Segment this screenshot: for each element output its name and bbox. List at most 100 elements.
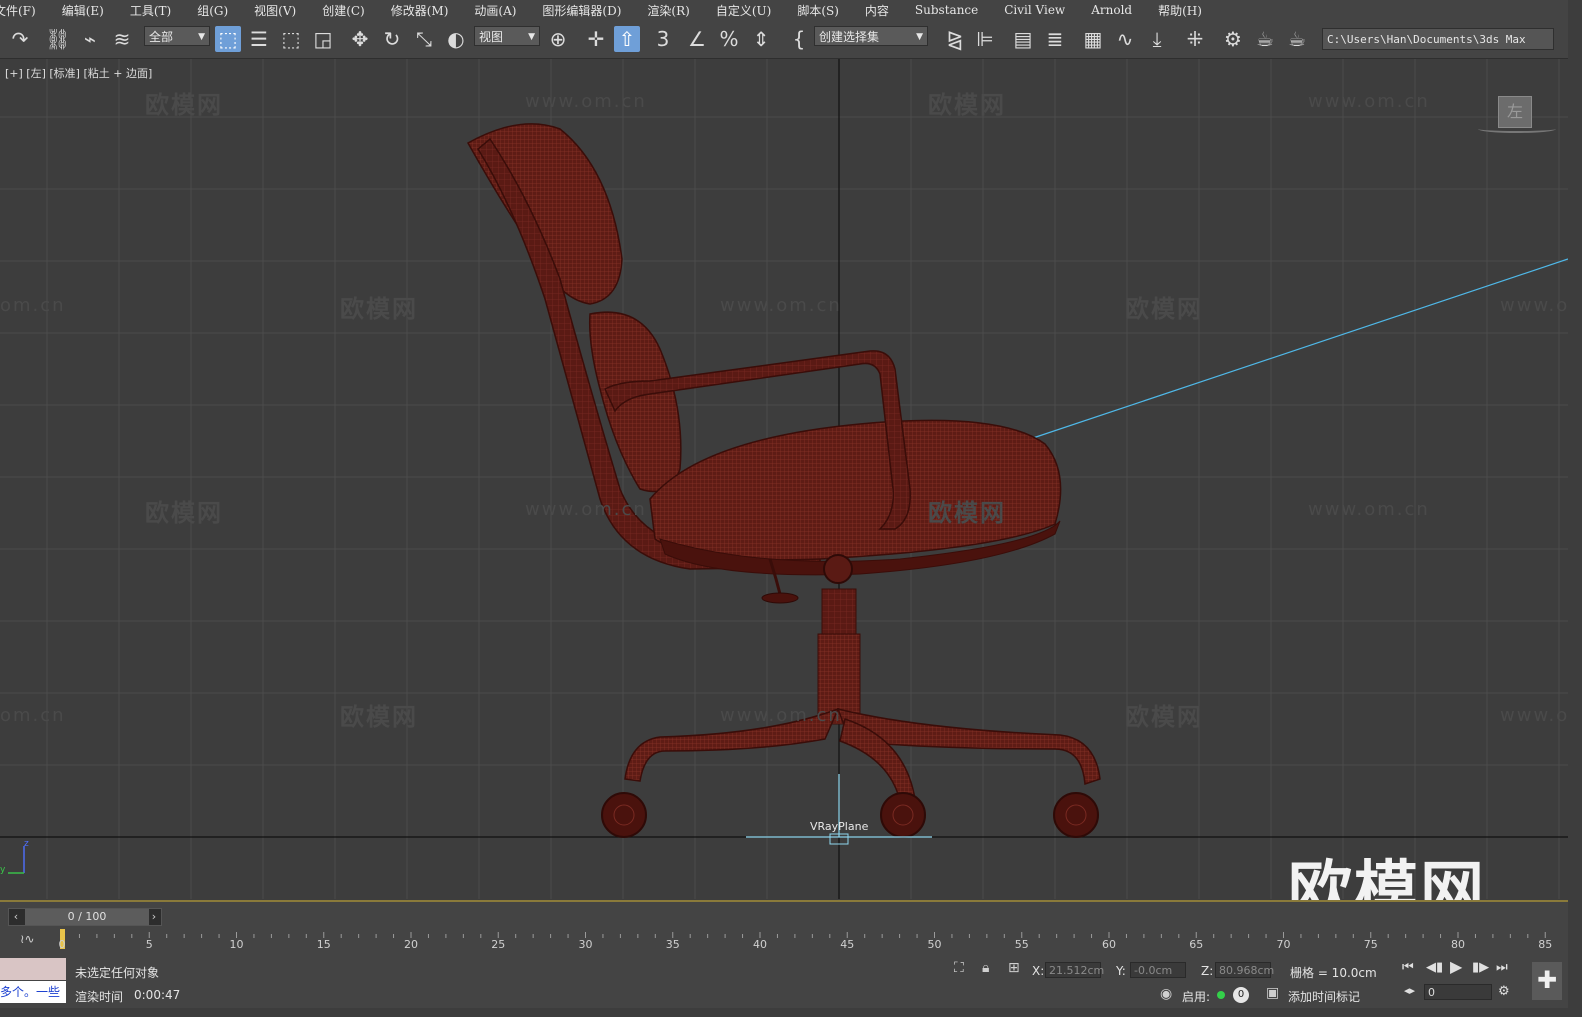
- rectangular-selection-icon[interactable]: ⬚: [278, 26, 304, 52]
- axis-y-label: y: [0, 865, 6, 875]
- main-toolbar: ↷ ⛓ ⌁ ≋ 全部 ▼ ⬚ ☰ ⬚ ◲ ✥ ↻ ⤡ ◐ 视图 ▼ ⊕ ✛ ⇧ …: [0, 20, 1568, 59]
- selection-filter-value: 全部: [149, 30, 174, 44]
- adaptive-degradation-icon[interactable]: ◉: [1160, 986, 1172, 1002]
- watermark-url: www.om.cn: [525, 499, 647, 520]
- add-time-tag-link[interactable]: 添加时间标记: [1288, 988, 1360, 1005]
- watermark-url: om.cn: [0, 705, 66, 726]
- office-chair-model: [466, 123, 1101, 838]
- menu-modifiers[interactable]: 修改器(M): [378, 2, 462, 19]
- menu-create[interactable]: 创建(C): [309, 2, 378, 19]
- window-crossing-icon[interactable]: ◲: [310, 26, 336, 52]
- menu-view[interactable]: 视图(V): [241, 2, 309, 19]
- menu-arnold[interactable]: Arnold: [1078, 3, 1145, 17]
- link-icon[interactable]: ⛓: [44, 26, 72, 52]
- rotate-icon[interactable]: ↻: [378, 26, 406, 52]
- previous-frame-icon[interactable]: ◀▮: [1426, 960, 1443, 975]
- status-dot-icon: [1217, 991, 1225, 999]
- watermark-url: www.om.cn: [1500, 705, 1568, 726]
- project-path-field[interactable]: C:\Users\Han\Documents\3ds Max 2022: [1322, 28, 1554, 50]
- menu-group[interactable]: 组(G): [184, 2, 241, 19]
- menu-substance[interactable]: Substance: [902, 3, 991, 17]
- select-by-name-icon[interactable]: ☰: [246, 26, 272, 52]
- tick-label: 65: [1189, 938, 1204, 951]
- menu-rendering[interactable]: 渲染(R): [634, 2, 702, 19]
- left-viewport[interactable]: [+] [左] [标准] [粘土 + 边面] 欧模网 www.om.cn 欧模网…: [0, 59, 1568, 899]
- percent-snap-icon[interactable]: %: [716, 26, 742, 52]
- track-bar-labels: 0 5 10 15 20 25 30 35 40 45 50 55 60 65 …: [56, 928, 1562, 951]
- render-setup-icon[interactable]: ⚙: [1220, 26, 1246, 52]
- mirror-icon[interactable]: ⧎: [942, 26, 968, 52]
- schematic-view-icon[interactable]: ⤓: [1144, 26, 1170, 52]
- menu-graph-editors[interactable]: 图形编辑器(D): [529, 2, 634, 19]
- menu-file[interactable]: 文件(F): [0, 2, 49, 19]
- y-coord-field[interactable]: -0.0cm: [1130, 962, 1186, 978]
- menu-customize[interactable]: 自定义(U): [703, 2, 784, 19]
- viewcube-compass[interactable]: [1478, 125, 1556, 133]
- menu-tools[interactable]: 工具(T): [117, 2, 184, 19]
- material-editor-icon[interactable]: ⁜: [1182, 26, 1208, 52]
- tick-label: 5: [145, 938, 153, 951]
- mini-curve-editor-icon[interactable]: ≀∿: [20, 932, 35, 946]
- place-icon[interactable]: ◐: [442, 26, 470, 52]
- axis-z-label: z: [24, 839, 29, 849]
- rendered-frame-window-icon[interactable]: ☕: [1252, 26, 1278, 52]
- unlink-icon[interactable]: ⌁: [76, 26, 104, 52]
- menu-bar: 文件(F) 编辑(E) 工具(T) 组(G) 视图(V) 创建(C) 修改器(M…: [0, 0, 1568, 20]
- snaps-toggle-icon[interactable]: 3: [650, 26, 676, 52]
- curve-editor-icon[interactable]: ∿: [1112, 26, 1138, 52]
- named-selection-dropdown[interactable]: 创建选择集 ▼: [814, 26, 928, 46]
- time-slider-thumb[interactable]: 0 / 100: [25, 909, 149, 925]
- edit-named-selection-icon[interactable]: {: [786, 26, 812, 52]
- go-to-start-icon[interactable]: ⏮: [1402, 960, 1414, 975]
- maxscript-output[interactable]: 多个。一些: [0, 981, 66, 1003]
- select-manipulate-icon[interactable]: ✛: [582, 26, 610, 52]
- current-frame-field[interactable]: 0: [1424, 984, 1492, 1000]
- prev-frame-arrow-icon[interactable]: ‹: [9, 909, 23, 925]
- next-frame-arrow-icon[interactable]: ›: [147, 909, 161, 925]
- align-icon[interactable]: ⊫: [972, 26, 998, 52]
- layer-explorer-icon[interactable]: ≣: [1042, 26, 1068, 52]
- time-config-icon[interactable]: ⚙: [1498, 984, 1510, 999]
- watermark-url: www.om.cn: [1500, 295, 1568, 316]
- time-slider[interactable]: ‹ 0 / 100 ›: [8, 908, 162, 926]
- viewport-label[interactable]: [+] [左] [标准] [粘土 + 边面]: [5, 65, 152, 81]
- pivot-center-icon[interactable]: ⊕: [544, 26, 572, 52]
- bind-space-warp-icon[interactable]: ≋: [108, 26, 136, 52]
- toggle-ribbon-icon[interactable]: ▦: [1080, 26, 1106, 52]
- tick-label: 10: [229, 938, 244, 951]
- play-icon[interactable]: ▶: [1450, 957, 1462, 976]
- render-production-icon[interactable]: ☕: [1284, 26, 1310, 52]
- isolate-selection-icon[interactable]: ⛶: [954, 960, 964, 976]
- menu-content[interactable]: 内容: [852, 2, 902, 19]
- next-frame-icon[interactable]: ▮▶: [1472, 960, 1489, 975]
- keyboard-shortcut-override-icon[interactable]: ⇧: [614, 26, 640, 52]
- angle-snap-icon[interactable]: ∠: [684, 26, 710, 52]
- menu-scripting[interactable]: 脚本(S): [784, 2, 852, 19]
- menu-help[interactable]: 帮助(H): [1145, 2, 1215, 19]
- tick-label: 50: [927, 938, 942, 951]
- x-coord-field[interactable]: 21.512cm: [1045, 962, 1104, 978]
- selection-filter-dropdown[interactable]: 全部 ▼: [144, 26, 210, 46]
- scale-icon[interactable]: ⤡: [410, 26, 438, 52]
- add-viewport-button[interactable]: ✚: [1532, 962, 1562, 1000]
- menu-edit[interactable]: 编辑(E): [49, 2, 117, 19]
- select-object-icon[interactable]: ⬚: [215, 26, 241, 52]
- lock-selection-icon[interactable]: 🔒︎: [982, 960, 989, 976]
- maxscript-listener-mini[interactable]: [0, 958, 66, 980]
- z-coord-field[interactable]: 80.968cm: [1215, 962, 1274, 978]
- go-to-end-icon[interactable]: ⏭: [1496, 960, 1508, 975]
- scene-explorer-icon[interactable]: ▤: [1010, 26, 1036, 52]
- menu-civil-view[interactable]: Civil View: [991, 3, 1078, 17]
- time-tag-icon[interactable]: ▣: [1266, 985, 1279, 1001]
- viewcube[interactable]: 左: [1498, 96, 1532, 128]
- absolute-mode-icon[interactable]: ⊞: [1008, 960, 1020, 976]
- spinner-snap-icon[interactable]: ⇕: [748, 26, 774, 52]
- menu-animation[interactable]: 动画(A): [461, 2, 529, 19]
- key-mode-icon[interactable]: ◂▸: [1404, 984, 1415, 997]
- tilt-knob: [761, 592, 799, 604]
- redo-icon[interactable]: ↷: [6, 26, 34, 52]
- enable-count-badge[interactable]: 0: [1233, 987, 1249, 1003]
- move-icon[interactable]: ✥: [346, 26, 374, 52]
- enable-label: 启用:: [1182, 990, 1211, 1004]
- reference-coord-dropdown[interactable]: 视图 ▼: [474, 26, 540, 46]
